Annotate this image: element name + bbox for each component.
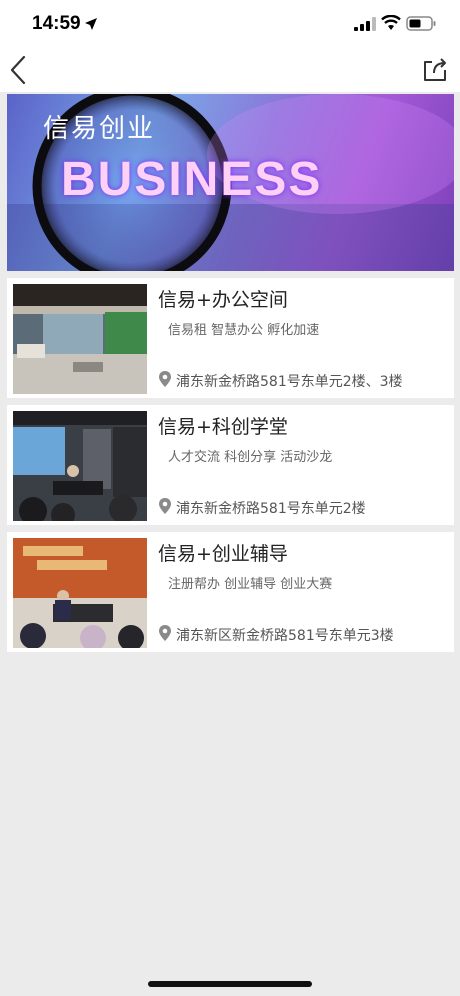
cellular-signal-icon xyxy=(354,17,376,31)
battery-icon xyxy=(406,16,436,31)
location-pin-icon xyxy=(159,498,171,514)
share-icon[interactable] xyxy=(422,56,448,82)
location-arrow-icon xyxy=(85,18,97,30)
list-item[interactable]: 信易+创业辅导 注册帮办 创业辅导 创业大赛 浦东新区新金桥路581号东单元3楼 xyxy=(7,532,454,652)
chevron-left-icon[interactable] xyxy=(8,54,28,86)
banner-title: 信易创业 xyxy=(43,114,156,144)
item-address: 浦东新金桥路581号东单元2楼 xyxy=(176,501,366,517)
list-item[interactable]: 信易+办公空间 信易租 智慧办公 孵化加速 浦东新金桥路581号东单元2楼、3楼 xyxy=(7,278,454,398)
item-tags: 信易租 智慧办公 孵化加速 xyxy=(168,323,320,338)
item-address: 浦东新金桥路581号东单元2楼、3楼 xyxy=(176,374,403,390)
item-tags: 人才交流 科创分享 活动沙龙 xyxy=(168,450,333,465)
office-space-photo xyxy=(13,284,147,394)
list-item[interactable]: 信易+科创学堂 人才交流 科创分享 活动沙龙 浦东新金桥路581号东单元2楼 xyxy=(7,405,454,525)
wifi-icon xyxy=(381,15,401,30)
banner-word: BUSINESS xyxy=(61,153,323,206)
banner[interactable]: 信易创业 BUSINESS xyxy=(7,94,454,271)
item-title: 信易+科创学堂 xyxy=(158,416,288,438)
status-bar: 14:59 xyxy=(0,0,460,48)
item-title: 信易+办公空间 xyxy=(158,289,288,311)
service-list: 信易+办公空间 信易租 智慧办公 孵化加速 浦东新金桥路581号东单元2楼、3楼… xyxy=(7,278,454,659)
item-address: 浦东新区新金桥路581号东单元3楼 xyxy=(176,628,394,644)
classroom-photo xyxy=(13,411,147,521)
location-pin-icon xyxy=(159,625,171,641)
location-pin-icon xyxy=(159,371,171,387)
home-indicator[interactable] xyxy=(148,981,312,987)
meeting-photo xyxy=(13,538,147,648)
status-time: 14:59 xyxy=(32,13,81,34)
item-title: 信易+创业辅导 xyxy=(158,543,288,565)
nav-bar xyxy=(0,48,460,92)
item-tags: 注册帮办 创业辅导 创业大赛 xyxy=(168,577,333,592)
